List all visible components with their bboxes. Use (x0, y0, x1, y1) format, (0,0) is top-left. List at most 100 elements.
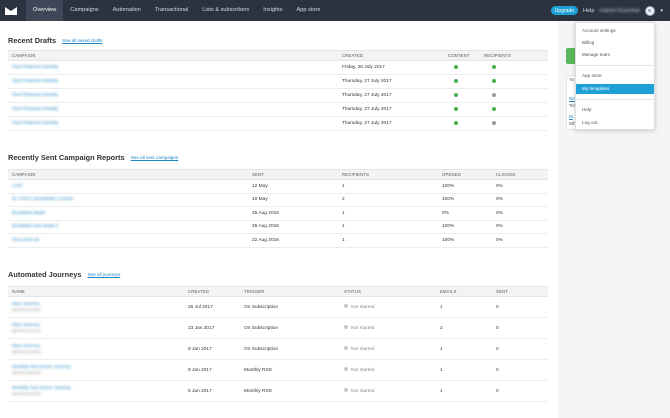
table-row[interactable]: Test Pinterest Weekly Thursday, 27 July 2… (8, 102, 548, 117)
journey-status-cell: Not started (340, 317, 436, 339)
col-name[interactable]: NAME (8, 286, 184, 297)
col-created[interactable]: CREATED (184, 286, 240, 297)
draft-link[interactable]: Test Pinterest Weekly (12, 79, 58, 84)
see-all-sent-link[interactable]: See all sent campaigns (131, 155, 179, 160)
content-status-icon (454, 106, 458, 111)
table-row[interactable]: Test Pinterest Weekly Thursday, 27 July 2… (8, 74, 548, 89)
nav-tab-lists-subscribers[interactable]: Lists & subscribers (195, 0, 256, 21)
table-row[interactable]: New Journey Ignored journey 23 Jan 2017 On … (8, 317, 548, 339)
table-row[interactable]: LIVE 12 May 1 100% 0% (8, 179, 548, 194)
col-campaign[interactable]: CAMPAIGN (8, 169, 248, 180)
sent-name-cell[interactable]: LIVE (8, 179, 248, 194)
avatar-logo-icon: ✉ (647, 8, 652, 13)
sent-clicked-cell: 0% (492, 193, 548, 207)
recipients-status-icon (492, 92, 496, 97)
journey-name-cell[interactable]: Monthly Rss Demo Journey Ignored journey (8, 359, 184, 381)
col-trigger[interactable]: TRIGGER (240, 286, 340, 297)
side-link-b[interactable]: M (569, 114, 573, 119)
col-recipients[interactable]: RECIPIENTS (338, 169, 438, 180)
draft-name-cell[interactable]: Test Pinterest Weekly (8, 116, 338, 131)
campaign-report-link[interactable]: Test 2016 09 (12, 238, 39, 243)
col-opened[interactable]: OPENED (438, 169, 492, 180)
table-row[interactable]: New Journey Ignored journey 9 Jan 2017 On S… (8, 338, 548, 360)
chevron-down-icon[interactable]: ▼ (660, 8, 664, 13)
table-row[interactable]: Test Pinterest Weekly Thursday, 27 July 2… (8, 88, 548, 103)
sent-name-cell[interactable]: Dr John's Newsletter Limited (8, 193, 248, 207)
draft-name-cell[interactable]: Test Pinterest Weekly (8, 88, 338, 103)
col-recipients[interactable]: RECIPIENTS (480, 50, 548, 61)
status-text: Not started (351, 326, 375, 331)
draft-link[interactable]: Test Pinterest Weekly (12, 93, 58, 98)
journey-sent-cell: 0 (492, 359, 548, 381)
draft-name-cell[interactable]: Test Pinterest Weekly (8, 102, 338, 117)
sent-date-cell: 25 Aug 2016 (248, 206, 338, 221)
sent-date-cell: 10 May (248, 193, 338, 207)
col-status[interactable]: STATUS (340, 286, 436, 297)
journey-name-cell[interactable]: New Journey Ignored journey (8, 338, 184, 360)
campaign-report-link[interactable]: Breakfast deals (12, 211, 45, 216)
draft-link[interactable]: Test Pinterest Weekly (12, 121, 58, 126)
col-content[interactable]: CONTENT (444, 50, 480, 61)
menu-item-manage-team[interactable]: Manage team (576, 50, 654, 60)
journey-status-cell: Not started (340, 338, 436, 360)
table-row[interactable]: Test Pinterest Weekly Thursday, 27 July 2… (8, 116, 548, 131)
col-created[interactable]: CREATED (338, 50, 444, 61)
journey-sent-cell: 0 (492, 296, 548, 318)
logo-icon[interactable] (0, 0, 22, 21)
table-row[interactable]: Breakfast deals 25 Aug 2016 1 0% 0% (8, 206, 548, 221)
campaign-report-link[interactable]: Dr John's Newsletter Limited (12, 197, 73, 202)
journey-sent-cell: 0 (492, 317, 548, 339)
table-row[interactable]: Monthly Rss Demo Journey Ignored journey 5… (8, 380, 548, 402)
help-link[interactable]: Help (583, 8, 595, 14)
draft-name-cell[interactable]: Test Pinterest Weekly (8, 60, 338, 75)
journey-name-cell[interactable]: Monthly Rss Demo Journey Ignored journey (8, 380, 184, 402)
table-row[interactable]: Dr John's Newsletter Limited 10 May 2 100% 0… (8, 193, 548, 207)
side-link-a[interactable]: Re (569, 96, 575, 101)
menu-item-help[interactable]: Help (576, 105, 654, 115)
nav-tab-insights[interactable]: Insights (256, 0, 289, 21)
menu-item-billing[interactable]: Billing (576, 38, 654, 48)
recipients-status-icon (492, 64, 496, 69)
sent-name-cell[interactable]: Test 2016 09 (8, 233, 248, 248)
draft-link[interactable]: Test Pinterest Weekly (12, 65, 58, 70)
account-dropdown-menu: Account settings Billing Manage team App… (575, 22, 655, 130)
nav-tab-transactional[interactable]: Transactional (148, 0, 195, 21)
campaign-report-link[interactable]: LIVE (12, 184, 22, 189)
campaign-report-link[interactable]: Breakfast test deals 2 (12, 224, 58, 229)
table-row[interactable]: Monthly Rss Demo Journey Ignored journey 9… (8, 359, 548, 381)
account-name[interactable]: Gabriel Rosenthal (600, 8, 640, 14)
col-clicked[interactable]: CLICKED (492, 169, 548, 180)
menu-item-log-out[interactable]: Log out (576, 118, 654, 128)
journeys-table: NAME CREATED TRIGGER STATUS EMAILS SENT … (8, 286, 548, 402)
table-row[interactable]: Breakfast test deals 2 25 Aug 2016 1 100% 0% (8, 220, 548, 234)
journey-name-cell[interactable]: New Journey Ignored journey (8, 317, 184, 339)
table-row[interactable]: New Journey Ignored journey 26 Jul 2017 On … (8, 296, 548, 318)
sent-name-cell[interactable]: Breakfast test deals 2 (8, 220, 248, 234)
avatar[interactable]: ✉ (644, 5, 655, 16)
sent-opened-cell: 100% (438, 220, 492, 234)
drafts-table: CAMPAIGN CREATED CONTENT RECIPIENTS Test… (8, 50, 548, 131)
col-sent[interactable]: SENT (248, 169, 338, 180)
see-all-journeys-link[interactable]: See all journeys (88, 272, 121, 277)
draft-name-cell[interactable]: Test Pinterest Weekly (8, 74, 338, 89)
menu-item-account-settings[interactable]: Account settings (576, 26, 654, 36)
table-row[interactable]: Test Pinterest Weekly Friday, 28 July 201… (8, 60, 548, 75)
journey-name-cell[interactable]: New Journey Ignored journey (8, 296, 184, 318)
menu-item-my-templates[interactable]: My templates (576, 84, 654, 94)
col-sent[interactable]: SENT (492, 286, 548, 297)
sent-name-cell[interactable]: Breakfast deals (8, 206, 248, 221)
col-emails[interactable]: EMAILS (436, 286, 492, 297)
draft-link[interactable]: Test Pinterest Weekly (12, 107, 58, 112)
nav-tab-overview[interactable]: Overview (26, 0, 64, 21)
menu-item-app-store[interactable]: App store (576, 71, 654, 81)
nav-tab-app-store[interactable]: App store (290, 0, 328, 21)
col-campaign[interactable]: CAMPAIGN (8, 50, 338, 61)
nav-tab-automation[interactable]: Automation (106, 0, 148, 21)
draft-recipients-cell (480, 102, 548, 117)
content-status-icon (454, 64, 458, 69)
see-all-drafts-link[interactable]: See all saved drafts (62, 38, 102, 43)
nav-tab-campaigns[interactable]: Campaigns (63, 0, 105, 21)
upgrade-button[interactable]: Upgrade (550, 6, 578, 15)
journey-subtitle: Ignored journey (12, 391, 42, 396)
table-row[interactable]: Test 2016 09 22 Aug 2016 1 100% 0% (8, 233, 548, 248)
